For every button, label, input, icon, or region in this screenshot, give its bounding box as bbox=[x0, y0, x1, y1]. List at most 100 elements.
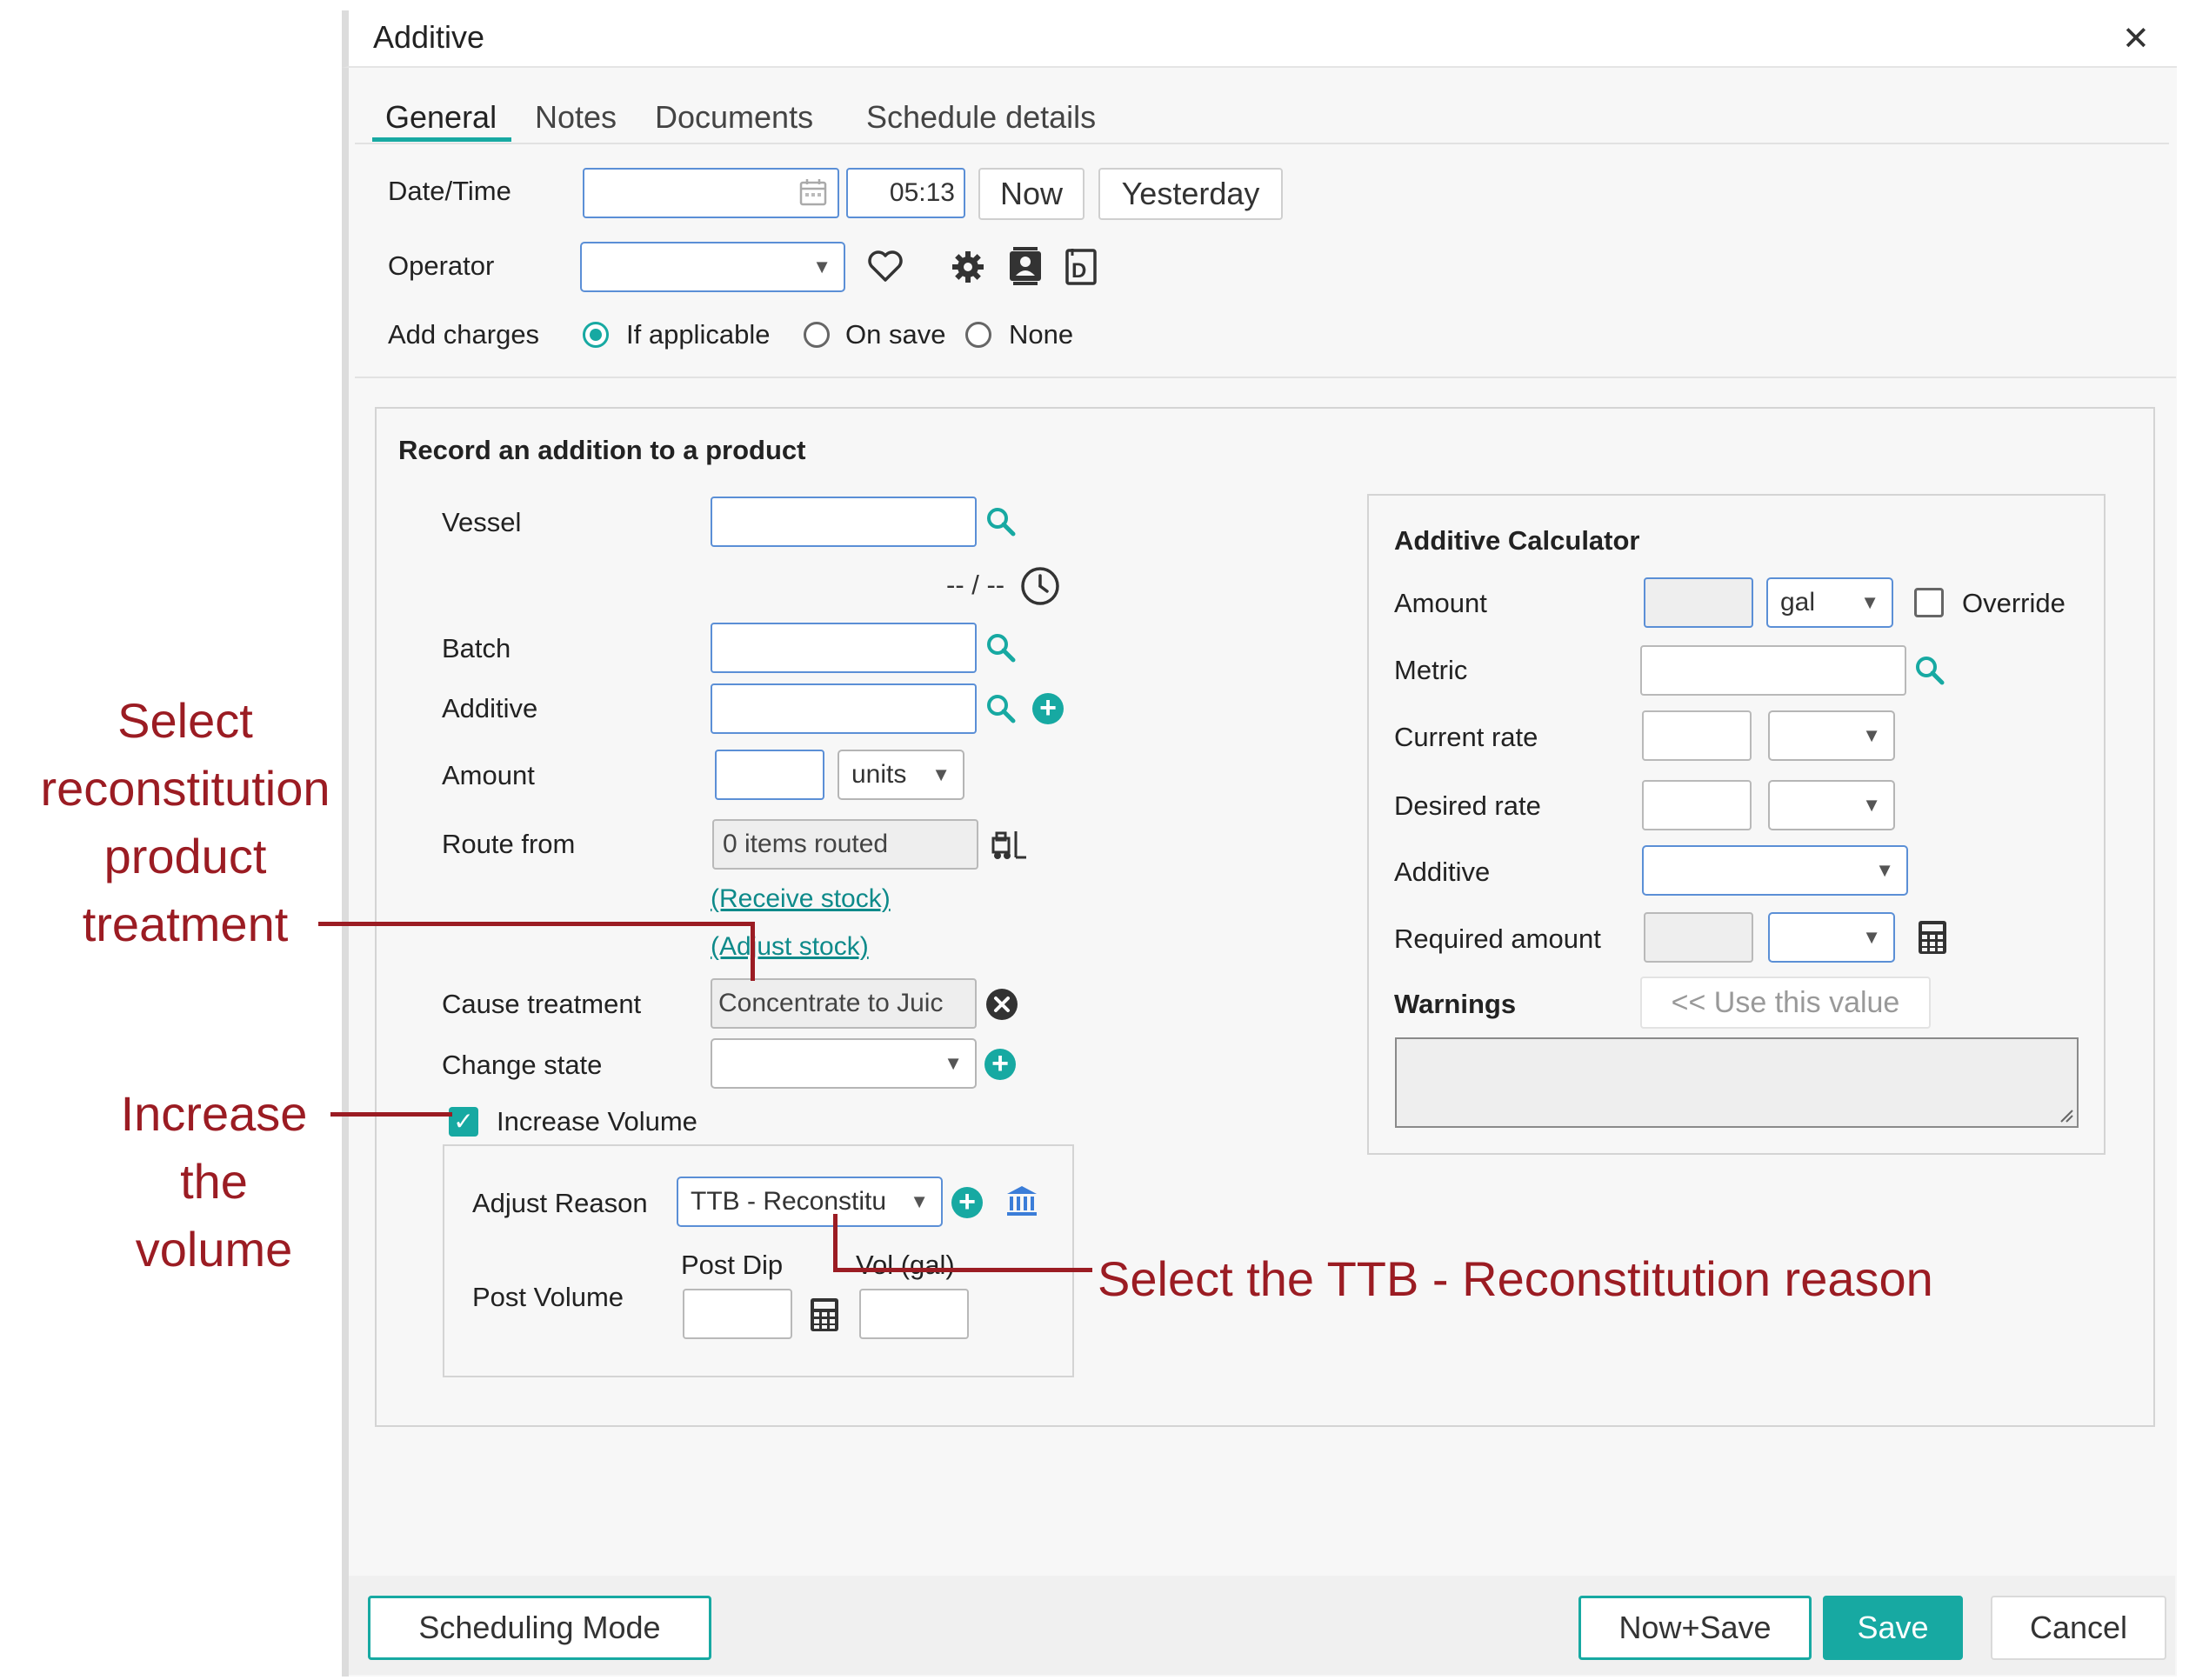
calculator-icon[interactable] bbox=[1918, 920, 1947, 959]
radio-on-save-label: On save bbox=[845, 319, 946, 350]
chevron-down-icon: ▼ bbox=[1875, 859, 1894, 881]
tab-notes[interactable]: Notes bbox=[535, 99, 617, 136]
calc-amount-unit-value: gal bbox=[1780, 588, 1816, 617]
tab-documents[interactable]: Documents bbox=[655, 99, 813, 136]
increase-volume-label: Increase Volume bbox=[497, 1106, 697, 1137]
metric-input[interactable] bbox=[1640, 645, 1906, 696]
add-reason-plus-icon[interactable]: + bbox=[951, 1187, 983, 1218]
contact-book-icon[interactable] bbox=[1008, 246, 1043, 290]
calendar-icon[interactable] bbox=[798, 177, 828, 211]
current-rate-unit-select[interactable]: ▼ bbox=[1768, 710, 1895, 761]
search-icon[interactable] bbox=[1914, 655, 1945, 690]
increase-volume-checkbox[interactable]: ✓ bbox=[449, 1107, 478, 1137]
amount-label: Amount bbox=[442, 760, 535, 790]
chevron-down-icon: ▼ bbox=[910, 1190, 929, 1212]
override-checkbox[interactable] bbox=[1914, 588, 1944, 617]
radio-on-save[interactable] bbox=[804, 322, 830, 348]
record-heading: Record an addition to a product bbox=[398, 435, 806, 465]
desired-rate-input[interactable] bbox=[1642, 780, 1752, 830]
dialog-title: Additive bbox=[373, 19, 485, 55]
add-state-plus-icon[interactable]: + bbox=[984, 1049, 1016, 1080]
radio-none-label: None bbox=[1009, 319, 1074, 350]
desired-rate-unit-select[interactable]: ▼ bbox=[1768, 780, 1895, 830]
required-amount-unit-select[interactable]: ▼ bbox=[1768, 912, 1895, 963]
add-additive-plus-icon[interactable]: + bbox=[1032, 693, 1064, 724]
search-icon[interactable] bbox=[985, 693, 1017, 729]
annotation-select-reason: Select the TTB - Reconstitution reason bbox=[1098, 1251, 1933, 1306]
annotation-line: volume bbox=[135, 1222, 293, 1277]
use-this-value-button[interactable]: << Use this value bbox=[1640, 977, 1931, 1029]
chevron-down-icon: ▼ bbox=[931, 763, 951, 785]
gear-icon[interactable] bbox=[951, 250, 985, 289]
tab-general[interactable]: General bbox=[385, 99, 497, 136]
chevron-down-icon: ▼ bbox=[1860, 591, 1879, 613]
cause-treatment-field[interactable]: Concentrate to Juic bbox=[711, 978, 977, 1029]
section-divider bbox=[355, 377, 2176, 378]
calc-amount-unit-select[interactable]: gal ▼ bbox=[1766, 577, 1893, 628]
radio-none[interactable] bbox=[965, 322, 991, 348]
receive-stock-link[interactable]: (Receive stock) bbox=[711, 884, 891, 914]
radio-if-applicable[interactable] bbox=[583, 322, 609, 348]
annotation-select-treatment: Select reconstitution product treatment bbox=[7, 687, 364, 958]
time-input[interactable]: 05:13 bbox=[846, 168, 965, 218]
annotation-connector bbox=[833, 1214, 838, 1271]
additive-input[interactable] bbox=[711, 683, 977, 734]
tab-schedule-details[interactable]: Schedule details bbox=[866, 99, 1096, 136]
now-save-button[interactable]: Now+Save bbox=[1578, 1596, 1812, 1660]
close-icon[interactable]: ✕ bbox=[2122, 23, 2150, 56]
calc-additive-label: Additive bbox=[1394, 857, 1491, 887]
annotation-increase-volume: Increase the volume bbox=[96, 1080, 332, 1283]
forklift-icon[interactable] bbox=[990, 830, 1028, 865]
batch-input[interactable] bbox=[711, 623, 977, 673]
amount-unit-select[interactable]: units ▼ bbox=[838, 750, 964, 800]
clock-icon[interactable] bbox=[1019, 565, 1061, 611]
annotation-connector bbox=[330, 1112, 452, 1117]
datetime-label: Date/Time bbox=[388, 176, 511, 206]
operator-select[interactable]: ▼ bbox=[580, 242, 845, 292]
calculator-heading: Additive Calculator bbox=[1394, 525, 1640, 556]
vessel-input[interactable] bbox=[711, 497, 977, 547]
chevron-down-icon: ▼ bbox=[1862, 794, 1881, 816]
vessel-date-placeholder: -- / -- bbox=[946, 570, 1005, 600]
bank-icon[interactable] bbox=[1005, 1184, 1038, 1222]
cancel-button[interactable]: Cancel bbox=[1991, 1596, 2166, 1660]
annotation-line: treatment bbox=[82, 897, 289, 951]
adjust-stock-link[interactable]: (Adjust stock) bbox=[711, 932, 869, 962]
yesterday-button[interactable]: Yesterday bbox=[1098, 168, 1283, 220]
vol-gal-input[interactable] bbox=[859, 1289, 969, 1339]
chevron-down-icon: ▼ bbox=[944, 1052, 963, 1074]
adjust-reason-value: TTB - Reconstitu bbox=[691, 1187, 887, 1216]
route-from-label: Route from bbox=[442, 829, 576, 859]
cause-treatment-label: Cause treatment bbox=[442, 989, 642, 1019]
heart-icon[interactable] bbox=[867, 250, 904, 287]
radio-if-applicable-label: If applicable bbox=[626, 319, 771, 350]
annotation-connector bbox=[833, 1268, 1092, 1272]
annotation-line: reconstitution bbox=[40, 761, 330, 816]
save-button[interactable]: Save bbox=[1823, 1596, 1963, 1660]
now-button[interactable]: Now bbox=[978, 168, 1084, 220]
chevron-down-icon: ▼ bbox=[1862, 724, 1881, 746]
svg-text:D: D bbox=[1071, 259, 1086, 283]
calculator-icon[interactable] bbox=[810, 1297, 839, 1337]
calc-additive-select[interactable]: ▼ bbox=[1642, 845, 1908, 896]
warnings-textarea[interactable] bbox=[1395, 1037, 2079, 1128]
amount-input[interactable] bbox=[715, 750, 824, 800]
post-volume-label: Post Volume bbox=[472, 1282, 624, 1312]
desired-rate-label: Desired rate bbox=[1394, 790, 1541, 821]
change-state-select[interactable]: ▼ bbox=[711, 1038, 977, 1089]
annotation-connector bbox=[751, 922, 755, 981]
clear-icon[interactable] bbox=[985, 988, 1018, 1025]
scheduling-mode-button[interactable]: Scheduling Mode bbox=[368, 1596, 711, 1660]
post-dip-input[interactable] bbox=[683, 1289, 792, 1339]
additive-label: Additive bbox=[442, 693, 538, 723]
add-charges-label: Add charges bbox=[388, 319, 540, 350]
required-amount-input bbox=[1644, 912, 1753, 963]
adjust-reason-select[interactable]: TTB - Reconstitu ▼ bbox=[677, 1177, 943, 1227]
current-rate-input[interactable] bbox=[1642, 710, 1752, 761]
search-icon[interactable] bbox=[985, 632, 1017, 668]
search-icon[interactable] bbox=[985, 506, 1017, 542]
id-document-icon[interactable]: D bbox=[1065, 247, 1100, 290]
operator-label: Operator bbox=[388, 250, 495, 281]
calc-amount-label: Amount bbox=[1394, 588, 1487, 618]
metric-label: Metric bbox=[1394, 655, 1468, 685]
